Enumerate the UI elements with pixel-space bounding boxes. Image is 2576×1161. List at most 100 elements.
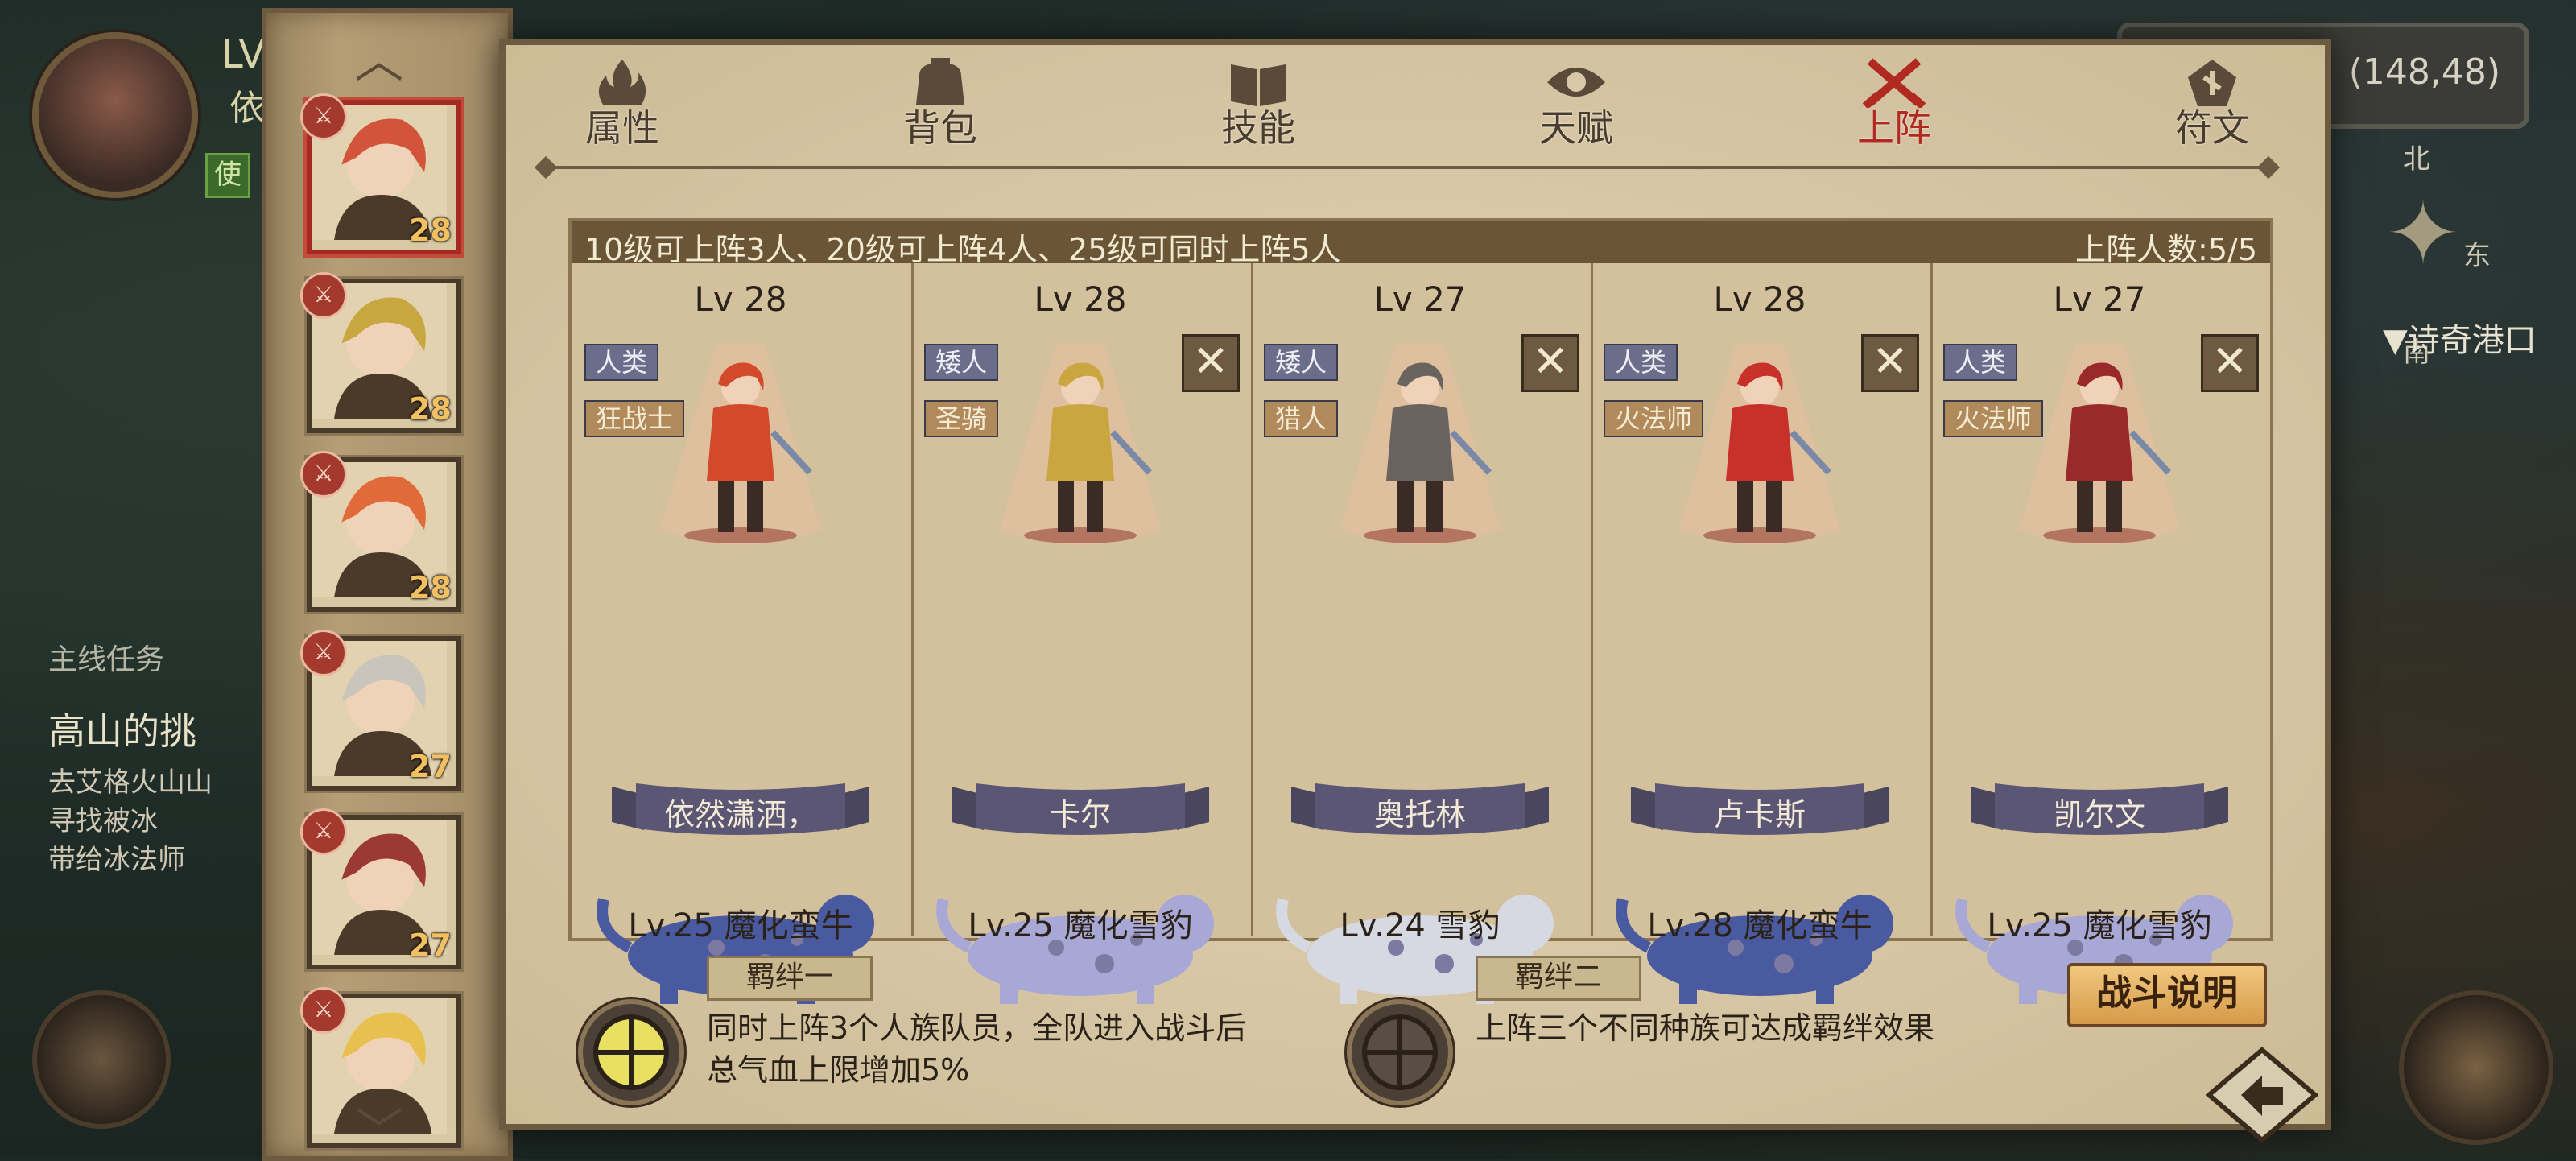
race-tag: 矮人 bbox=[1264, 344, 1339, 381]
player-level-label: LV bbox=[221, 32, 266, 77]
tab-label: 背包 bbox=[903, 106, 977, 150]
hero-slot[interactable]: ⚔ 27 bbox=[300, 630, 461, 791]
lineup-member[interactable]: Lv 27 矮人 猎人 ✕ 奥托林 Lv.24 雪豹 bbox=[1251, 263, 1589, 1004]
member-name-banner: 奥托林 bbox=[1291, 779, 1549, 841]
member-name: 凯尔文 bbox=[2053, 797, 2145, 833]
eye-icon bbox=[1547, 68, 1605, 97]
race-tag: 人类 bbox=[584, 344, 659, 381]
tab-label: 上阵 bbox=[1857, 106, 1931, 150]
member-level: Lv 27 bbox=[2053, 279, 2146, 319]
member-name: 依然潇洒， bbox=[663, 797, 817, 833]
bottom-left-menu-button[interactable] bbox=[32, 990, 171, 1129]
column-divider bbox=[911, 263, 914, 936]
map-location-label[interactable]: ▼诗奇港口 bbox=[2383, 314, 2537, 361]
hero-slot[interactable]: ⚔ 28 bbox=[300, 272, 461, 433]
hero-slot[interactable]: ⚔ 28 bbox=[300, 93, 461, 254]
column-divider bbox=[1251, 263, 1253, 936]
quest-line: 寻找被冰 bbox=[48, 805, 158, 837]
hero-slot[interactable]: ⚔ 28 bbox=[300, 451, 461, 612]
flame-icon bbox=[598, 60, 646, 105]
bond-one-title: 羁绊一 bbox=[707, 956, 873, 1001]
scroll-up-icon[interactable]: ︿ bbox=[347, 37, 411, 85]
bond-one-line: 同时上阵3个人族队员，全队进入战斗后 bbox=[707, 1010, 1247, 1046]
tab-label: 天赋 bbox=[1539, 106, 1613, 150]
lineup-member[interactable]: Lv 27 人类 火法师 ✕ 凯尔文 Lv.25 魔化雪豹 bbox=[1930, 263, 2268, 1004]
bond-two-title: 羁绊二 bbox=[1476, 956, 1641, 1001]
class-tag: 猎人 bbox=[1264, 400, 1339, 437]
tab-book[interactable]: 技能 bbox=[1206, 56, 1311, 153]
class-tag: 火法师 bbox=[1943, 400, 2044, 437]
remove-member-close-icon[interactable]: ✕ bbox=[1861, 334, 1919, 392]
column-divider bbox=[1591, 263, 1593, 936]
class-tag: 火法师 bbox=[1604, 400, 1704, 437]
pet-name: Lv.24 雪豹 bbox=[1340, 907, 1501, 944]
tab-label: 技能 bbox=[1221, 106, 1295, 150]
quest-title: 高山的挑 bbox=[48, 709, 196, 753]
bond-two-description: 上阵三个不同种族可达成羁绊效果 bbox=[1476, 1007, 1934, 1049]
member-level: Lv 28 bbox=[694, 279, 787, 319]
member-name-banner: 凯尔文 bbox=[1971, 779, 2228, 841]
member-name: 卢卡斯 bbox=[1713, 797, 1806, 833]
quest-line: 去艾格火山山 bbox=[48, 766, 213, 799]
class-tag: 狂战士 bbox=[584, 400, 685, 437]
member-name: 卡尔 bbox=[1049, 797, 1111, 833]
class-tag: 圣骑 bbox=[924, 400, 999, 437]
lineup-rule-text: 10级可上阵3人、20级可上阵4人、25级可同时上阵5人 bbox=[584, 232, 1341, 267]
member-name-banner: 卢卡斯 bbox=[1631, 779, 1889, 841]
bond-two-icon bbox=[1347, 999, 1453, 1105]
quest-tracker[interactable]: 主线任务 高山的挑 去艾格火山山 寻找被冰 带给冰法师 bbox=[48, 636, 266, 879]
compass-north: 北 bbox=[2403, 143, 2430, 176]
hero-class-badge-icon: ⚔ bbox=[300, 630, 347, 676]
hero-level: 27 bbox=[409, 749, 452, 784]
tab-bag[interactable]: 背包 bbox=[888, 56, 993, 153]
hero-figure bbox=[2043, 362, 2171, 543]
battle-info-button[interactable]: 战斗说明 bbox=[2067, 963, 2267, 1027]
quest-header: 主线任务 bbox=[48, 643, 165, 676]
quest-line: 带给冰法师 bbox=[48, 844, 185, 876]
lineup-member[interactable]: Lv 28 人类 狂战士 依然潇洒， Lv.25 魔化蛮牛 bbox=[572, 263, 910, 1004]
home-button[interactable] bbox=[2399, 990, 2553, 1145]
book-icon bbox=[1231, 64, 1286, 106]
tab-crossed-swords[interactable]: 上阵 bbox=[1842, 56, 1946, 153]
tab-label: 符文 bbox=[2175, 106, 2249, 150]
member-level: Lv 28 bbox=[1034, 279, 1127, 319]
lineup-member[interactable]: Lv 28 人类 火法师 ✕ 卢卡斯 Lv.28 魔化蛮牛 bbox=[1591, 263, 1929, 1004]
bond-one-line: 总气血上限增加5% bbox=[707, 1052, 970, 1088]
tab-flame[interactable]: 属性 bbox=[570, 56, 675, 153]
compass-east: 东 bbox=[2463, 240, 2491, 272]
tab-eye[interactable]: 天赋 bbox=[1524, 56, 1629, 153]
hero-level: 28 bbox=[409, 570, 452, 605]
hero-level: 27 bbox=[409, 928, 452, 963]
player-name: 依 bbox=[229, 88, 265, 129]
scroll-down-icon[interactable]: ﹀ bbox=[347, 1108, 411, 1156]
hero-level: 28 bbox=[409, 213, 452, 248]
column-divider bbox=[1930, 263, 1933, 936]
member-level: Lv 28 bbox=[1713, 279, 1806, 319]
back-arrow-icon[interactable] bbox=[2205, 1047, 2319, 1143]
lineup-count: 上阵人数:5/5 bbox=[2075, 232, 2257, 267]
rune-icon bbox=[2188, 60, 2236, 106]
team-panel: 属性 背包 技能 天赋 上阵 符文 10级可上阵3人、20级可上阵4人、25级可同时上阵5… bbox=[499, 39, 2331, 1130]
tab-divider bbox=[546, 166, 2268, 169]
lineup-member[interactable]: Lv 28 矮人 圣骑 ✕ 卡尔 Lv.25 魔化雪豹 bbox=[911, 263, 1249, 1004]
remove-member-close-icon[interactable]: ✕ bbox=[1182, 334, 1240, 392]
crossed-swords-icon bbox=[1862, 58, 1926, 108]
lineup-header: 10级可上阵3人、20级可上阵4人、25级可同时上阵5人 上阵人数:5/5 bbox=[572, 221, 2270, 267]
remove-member-close-icon[interactable]: ✕ bbox=[2201, 334, 2259, 392]
hero-sidebar[interactable]: ︿ ⚔ 28 ⚔ 28 ⚔ 28 ⚔ 27 ⚔ 27 ⚔ ﹀ bbox=[262, 8, 513, 1161]
tab-rune[interactable]: 符文 bbox=[2160, 56, 2264, 153]
remove-member-close-icon[interactable]: ✕ bbox=[1521, 334, 1579, 392]
hero-class-badge-icon: ⚔ bbox=[300, 808, 347, 855]
member-name-banner: 卡尔 bbox=[952, 779, 1209, 841]
hero-class-badge-icon: ⚔ bbox=[300, 451, 347, 498]
bond-one-description: 同时上阵3个人族队员，全队进入战斗后 总气血上限增加5% bbox=[707, 1007, 1246, 1091]
player-avatar[interactable] bbox=[32, 32, 198, 198]
status-badge[interactable]: 使 bbox=[205, 153, 250, 198]
hero-slot[interactable]: ⚔ 27 bbox=[300, 808, 461, 969]
compass-rose-icon: ✦ bbox=[2385, 182, 2461, 285]
race-tag: 矮人 bbox=[924, 344, 999, 381]
hero-class-badge-icon: ⚔ bbox=[300, 987, 347, 1034]
lineup-section: 10级可上阵3人、20级可上阵4人、25级可同时上阵5人 上阵人数:5/5 Lv… bbox=[568, 218, 2273, 1004]
pet-name: Lv.25 魔化雪豹 bbox=[1987, 907, 2212, 944]
hero-figure bbox=[684, 362, 812, 543]
